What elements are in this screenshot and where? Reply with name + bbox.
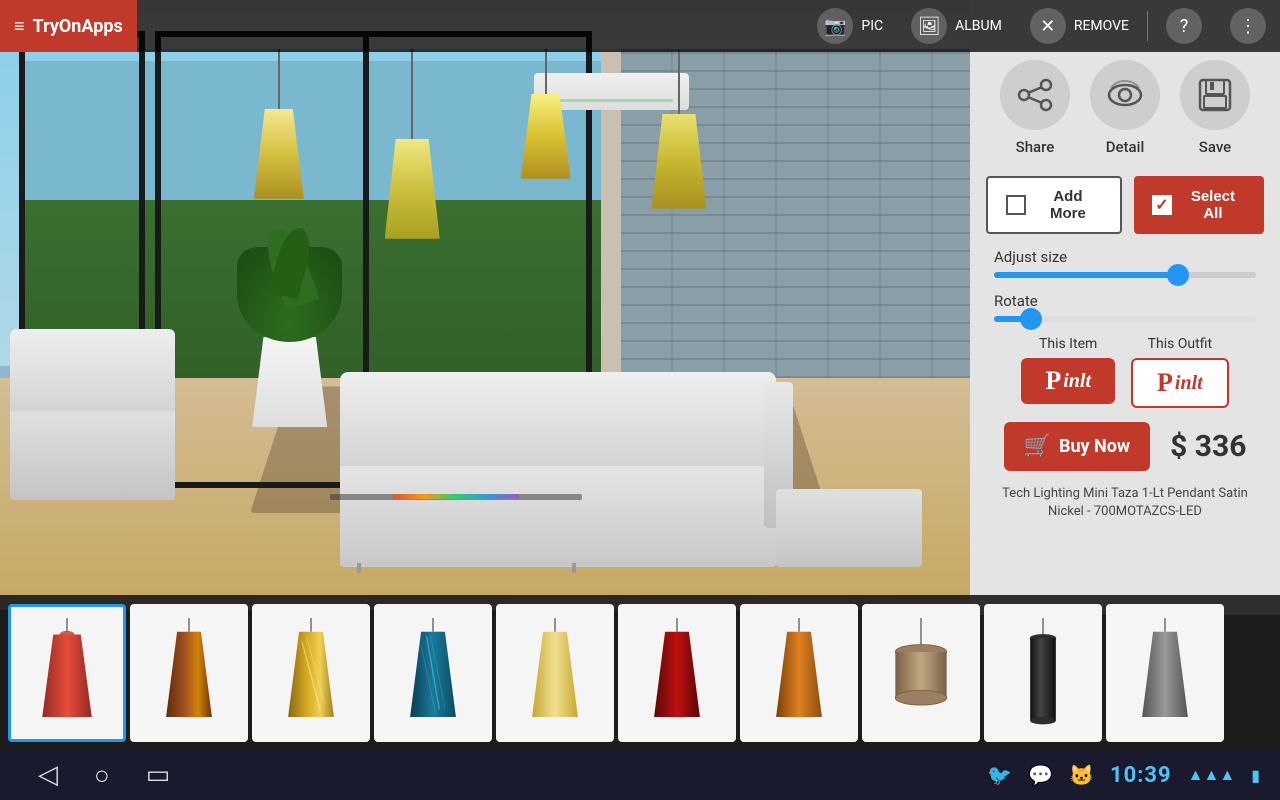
more-icon: ⋮ — [1230, 8, 1266, 44]
thumbnail-4[interactable] — [374, 604, 492, 742]
thumbnail-9[interactable] — [984, 604, 1102, 742]
battery-icon: ▮ — [1251, 766, 1260, 785]
chat-icon[interactable]: 💬 — [1028, 763, 1053, 787]
remove-button[interactable]: ✕ REMOVE — [1016, 2, 1143, 50]
detail-icon — [1090, 60, 1160, 130]
adjust-size-section: Adjust size — [986, 248, 1264, 278]
thumbnail-bar — [0, 595, 1280, 750]
rotate-thumb[interactable] — [1020, 308, 1042, 330]
twitter-icon[interactable]: 🐦 — [987, 763, 1012, 787]
right-panel: Share Detail Save — [970, 0, 1280, 615]
pinit-item-button[interactable]: P inlt — [1021, 358, 1115, 404]
adjust-size-label: Adjust size — [994, 248, 1256, 266]
this-outfit-section: This Outfit P inlt — [1131, 336, 1229, 408]
this-outfit-label: This Outfit — [1148, 336, 1212, 352]
share-button[interactable]: Share — [1000, 60, 1070, 156]
help-button[interactable]: ? — [1152, 2, 1216, 50]
add-more-checkbox — [1006, 195, 1026, 215]
cat-icon[interactable]: 🐱 — [1069, 763, 1094, 787]
help-icon: ? — [1166, 8, 1202, 44]
buy-section: 🛒 Buy Now $ 336 — [986, 422, 1264, 471]
select-all-checkbox: ✓ — [1152, 195, 1172, 215]
divider — [1147, 11, 1148, 41]
rotate-section: Rotate — [986, 292, 1264, 322]
pinit-outfit-button[interactable]: P inlt — [1131, 358, 1229, 408]
save-icon — [1180, 60, 1250, 130]
this-item-label: This Item — [1039, 336, 1097, 352]
top-bar: ≡ TryOnApps 📷 PIC 🖼 ALBUM ✕ REMOVE ? ⋮ — [0, 0, 1280, 52]
remove-label: REMOVE — [1074, 18, 1129, 34]
select-row: Add More ✓ Select All — [986, 176, 1264, 234]
this-item-section: This Item P inlt — [1021, 336, 1115, 408]
adjust-size-fill — [994, 272, 1172, 278]
remove-icon: ✕ — [1030, 8, 1066, 44]
thumbnail-5[interactable] — [496, 604, 614, 742]
pic-button[interactable]: 📷 PIC — [803, 2, 897, 50]
price-display: $ 336 — [1170, 429, 1246, 464]
camera-icon: 📷 — [817, 8, 853, 44]
more-button[interactable]: ⋮ — [1216, 2, 1280, 50]
rotate-track[interactable] — [994, 316, 1256, 322]
cart-icon: 🛒 — [1024, 434, 1051, 459]
pic-label: PIC — [861, 18, 883, 34]
product-name: Tech Lighting Mini Taza 1-Lt Pendant Sat… — [990, 485, 1260, 521]
buy-now-label: Buy Now — [1059, 436, 1130, 457]
save-button[interactable]: Save — [1180, 60, 1250, 156]
album-icon: 🖼 — [911, 8, 947, 44]
app-name: TryOnApps — [33, 16, 123, 37]
thumbnail-1[interactable] — [8, 604, 126, 742]
add-more-label: Add More — [1034, 188, 1102, 222]
status-icons: 🐦 💬 🐱 10:39 ▲▲▲ ▮ — [987, 763, 1260, 788]
share-label: Share — [1016, 138, 1055, 156]
recents-button[interactable]: ▭ — [128, 760, 189, 790]
detail-button[interactable]: Detail — [1090, 60, 1160, 156]
adjust-size-track[interactable] — [994, 272, 1256, 278]
detail-label: Detail — [1106, 138, 1145, 156]
action-buttons-row: Share Detail Save — [1000, 60, 1250, 156]
thumbnail-8[interactable] — [862, 604, 980, 742]
thumbnail-6[interactable] — [618, 604, 736, 742]
pinit-row: This Item P inlt This Outfit P inlt — [986, 336, 1264, 408]
thumbnail-7[interactable] — [740, 604, 858, 742]
buy-now-button[interactable]: 🛒 Buy Now — [1004, 422, 1151, 471]
share-icon — [1000, 60, 1070, 130]
album-label: ALBUM — [955, 18, 1002, 34]
save-label: Save — [1199, 138, 1231, 156]
adjust-size-thumb[interactable] — [1167, 264, 1189, 286]
menu-icon[interactable]: ≡ — [14, 16, 25, 37]
select-all-button[interactable]: ✓ Select All — [1134, 176, 1264, 234]
thumbnail-3[interactable] — [252, 604, 370, 742]
thumbnail-2[interactable] — [130, 604, 248, 742]
wifi-icon: ▲▲▲ — [1188, 765, 1236, 785]
app-logo[interactable]: ≡ TryOnApps — [0, 0, 137, 52]
select-all-label: Select All — [1180, 188, 1246, 222]
add-more-button[interactable]: Add More — [986, 176, 1122, 234]
status-bar: ◁ ○ ▭ 🐦 💬 🐱 10:39 ▲▲▲ ▮ — [0, 750, 1280, 800]
thumbnail-10[interactable] — [1106, 604, 1224, 742]
album-button[interactable]: 🖼 ALBUM — [897, 2, 1016, 50]
main-scene — [0, 0, 970, 610]
home-button[interactable]: ○ — [76, 760, 128, 791]
back-button[interactable]: ◁ — [20, 760, 76, 790]
clock: 10:39 — [1110, 763, 1172, 788]
